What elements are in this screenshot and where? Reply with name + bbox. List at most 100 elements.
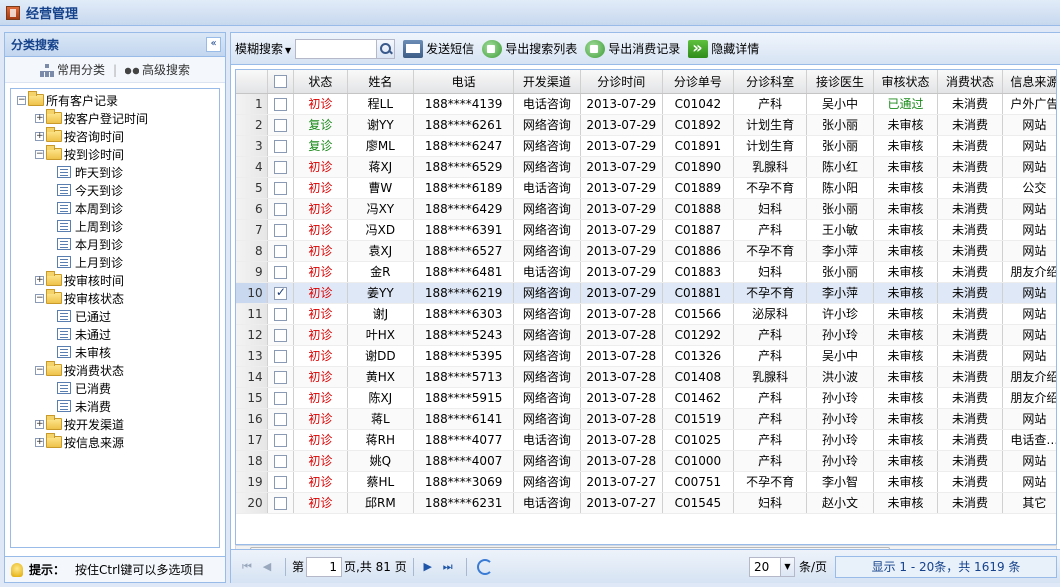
tree-folder-node[interactable]: + 按开发渠道	[11, 415, 219, 433]
tree-leaf-node[interactable]: 未消费	[11, 397, 219, 415]
expand-icon[interactable]: +	[35, 131, 44, 141]
column-header[interactable]: 状态	[293, 70, 348, 94]
tree-folder-node[interactable]: + 按审核时间	[11, 271, 219, 289]
tree-folder-node[interactable]: + 按咨询时间	[11, 127, 219, 145]
tree-leaf-node[interactable]: 本周到诊	[11, 199, 219, 217]
tree-folder-node[interactable]: + 按客户登记时间	[11, 109, 219, 127]
row-checkbox[interactable]	[273, 307, 287, 321]
row-checkbox[interactable]	[273, 475, 287, 489]
row-checkbox[interactable]	[273, 244, 287, 258]
send-sms-button[interactable]: 发送短信	[403, 39, 474, 58]
tree-folder-node[interactable]: − 按消费状态	[11, 361, 219, 379]
page-size-select[interactable]: 20 ▼	[748, 556, 795, 577]
table-row[interactable]: 12 初诊 叶HX 188****5243 网络咨询 2013-07-28 C01292 产科…	[236, 324, 1056, 346]
table-row[interactable]: 13 初诊 谢DD 188****5395 网络咨询 2013-07-28 C01326 产科…	[236, 345, 1056, 367]
row-checkbox[interactable]	[273, 139, 287, 153]
table-row[interactable]: 17 初诊 蒋RH 188****4077 电话咨询 2013-07-28 C01025 产科…	[236, 429, 1056, 451]
last-page-icon[interactable]: ⏭	[440, 559, 456, 575]
next-page-icon[interactable]: ▶	[420, 559, 436, 575]
tree-folder-node[interactable]: − 按审核状态	[11, 289, 219, 307]
row-checkbox[interactable]	[273, 285, 287, 300]
column-header[interactable]: 电话	[413, 70, 515, 94]
column-header[interactable]: 分诊单号	[662, 70, 734, 94]
row-checkbox[interactable]	[273, 328, 287, 342]
row-checkbox[interactable]	[273, 160, 287, 174]
tree-leaf-node[interactable]: 已消费	[11, 379, 219, 397]
table-row[interactable]: 10 初诊姜YY188****6219网络咨询2013-07-29C01881不孕…	[236, 282, 1056, 304]
row-checkbox[interactable]	[273, 454, 287, 468]
column-header[interactable]: 分诊科室	[733, 70, 808, 94]
row-checkbox[interactable]	[273, 412, 287, 426]
collapse-icon[interactable]: −	[35, 149, 44, 159]
expand-icon[interactable]: +	[35, 275, 44, 285]
column-header[interactable]: 信息来源	[1002, 70, 1056, 94]
table-row[interactable]: 11 初诊 谢J 188****6303 网络咨询 2013-07-28 C01566 泌尿科…	[236, 303, 1056, 325]
column-header[interactable]: 姓名	[347, 70, 415, 94]
tree-leaf-node[interactable]: 昨天到诊	[11, 163, 219, 181]
row-checkbox[interactable]	[273, 265, 287, 279]
column-header[interactable]: 消费状态	[937, 70, 1003, 94]
tree-folder-node[interactable]: + 按信息来源	[11, 433, 219, 451]
table-row[interactable]: 16 初诊 蒋L 188****6141 网络咨询 2013-07-28 C01519 产科孙…	[236, 408, 1056, 430]
table-row[interactable]: 7 初诊 冯XD 188****6391 网络咨询 2013-07-29 C01887 产科王…	[236, 219, 1056, 241]
tree-leaf-node[interactable]: 今天到诊	[11, 181, 219, 199]
expand-icon[interactable]: +	[35, 113, 44, 123]
collapse-icon[interactable]: −	[17, 95, 26, 105]
fuzzy-search-menu[interactable]: 模糊搜索 ▼	[235, 40, 291, 57]
row-checkbox[interactable]	[273, 223, 287, 237]
row-checkbox[interactable]	[273, 202, 287, 216]
table-row[interactable]: 3 复诊 廖ML 188****6247 网络咨询 2013-07-29 C01891 计划生…	[236, 135, 1056, 157]
tree-leaf-node[interactable]: 未通过	[11, 325, 219, 343]
tree-leaf-node[interactable]: 上周到诊	[11, 217, 219, 235]
select-all-checkbox[interactable]	[273, 75, 287, 89]
expand-icon[interactable]: +	[35, 437, 44, 447]
row-checkbox[interactable]	[273, 349, 287, 363]
search-input[interactable]	[296, 39, 377, 58]
row-checkbox[interactable]	[273, 118, 287, 132]
list-item-icon	[57, 166, 71, 178]
table-row[interactable]: 5 初诊 曹W 188****6189 电话咨询 2013-07-29 C01889 不孕不育…	[236, 177, 1056, 199]
tree-folder-node[interactable]: − 按到诊时间	[11, 145, 219, 163]
table-row[interactable]: 2 复诊 谢YY 188****6261 网络咨询 2013-07-29 C01892 计划生…	[236, 114, 1056, 136]
row-checkbox[interactable]	[273, 97, 287, 111]
table-row[interactable]: 15 初诊 陈XJ 188****5915 网络咨询 2013-07-28 C01462 产科…	[236, 387, 1056, 409]
column-header[interactable]: 开发渠道	[513, 70, 581, 94]
tree-leaf-node[interactable]: 已通过	[11, 307, 219, 325]
row-checkbox[interactable]	[273, 496, 287, 510]
tree-leaf-node[interactable]: 未审核	[11, 343, 219, 361]
refresh-icon[interactable]	[476, 558, 493, 575]
table-row[interactable]: 9 初诊 金R 188****6481 电话咨询 2013-07-29 C01883 妇科 张小…	[236, 261, 1056, 283]
collapse-panel-button[interactable]: «	[206, 37, 221, 52]
table-row[interactable]: 19 初诊 蔡HL 188****3069 网络咨询 2013-07-27 C00751 不孕…	[236, 471, 1056, 493]
row-checkbox[interactable]	[273, 433, 287, 447]
collapse-icon[interactable]: −	[35, 293, 44, 303]
tab-common-category[interactable]: 常用分类	[39, 61, 105, 78]
collapse-icon[interactable]: −	[35, 365, 44, 375]
tree-leaf-node[interactable]: 本月到诊	[11, 235, 219, 253]
column-header[interactable]: 分诊时间	[580, 70, 663, 94]
hide-details-button[interactable]: 隐藏详情	[688, 38, 759, 58]
table-row[interactable]: 6 初诊 冯XY 188****6429 网络咨询 2013-07-29 C01888 妇科张…	[236, 198, 1056, 220]
first-page-icon[interactable]: ⏮	[239, 559, 255, 575]
tree-folder-node[interactable]: − 所有客户记录	[11, 91, 219, 109]
search-icon[interactable]	[376, 39, 395, 58]
table-row[interactable]: 1 初诊 程LL 188****4139 电话咨询 2013-07-29 C01042 产科吴…	[236, 93, 1056, 115]
hint-text: 按住Ctrl键可以多选项目	[75, 563, 205, 577]
row-checkbox[interactable]	[273, 181, 287, 195]
row-checkbox[interactable]	[273, 370, 287, 384]
expand-icon[interactable]: +	[35, 419, 44, 429]
page-number-input[interactable]: 1	[306, 556, 343, 577]
table-row[interactable]: 8 初诊 袁XJ 188****6527 网络咨询 2013-07-29 C01886 不孕不…	[236, 240, 1056, 262]
tree-leaf-node[interactable]: 上月到诊	[11, 253, 219, 271]
tab-advanced-search[interactable]: 高级搜索	[125, 61, 190, 78]
table-row[interactable]: 14 初诊 黄HX 188****5713 网络咨询 2013-07-28 C01408 乳腺…	[236, 366, 1056, 388]
export-consume-records-button[interactable]: 导出消费记录	[585, 39, 680, 58]
column-header[interactable]: 审核状态	[873, 70, 939, 94]
column-header[interactable]: 接诊医生	[806, 70, 874, 94]
table-row[interactable]: 4 初诊 蒋XJ 188****6529 网络咨询 2013-07-29 C01890 乳腺科…	[236, 156, 1056, 178]
table-row[interactable]: 20 初诊 邱RM 188****6231 电话咨询 2013-07-27 C01545 妇科…	[236, 492, 1056, 514]
table-row[interactable]: 18 初诊 姚Q 188****4007 网络咨询 2013-07-28 C01000 产科孙…	[236, 450, 1056, 472]
row-checkbox[interactable]	[273, 391, 287, 405]
export-search-list-button[interactable]: 导出搜索列表	[482, 39, 577, 58]
prev-page-icon[interactable]: ◀	[259, 559, 275, 575]
